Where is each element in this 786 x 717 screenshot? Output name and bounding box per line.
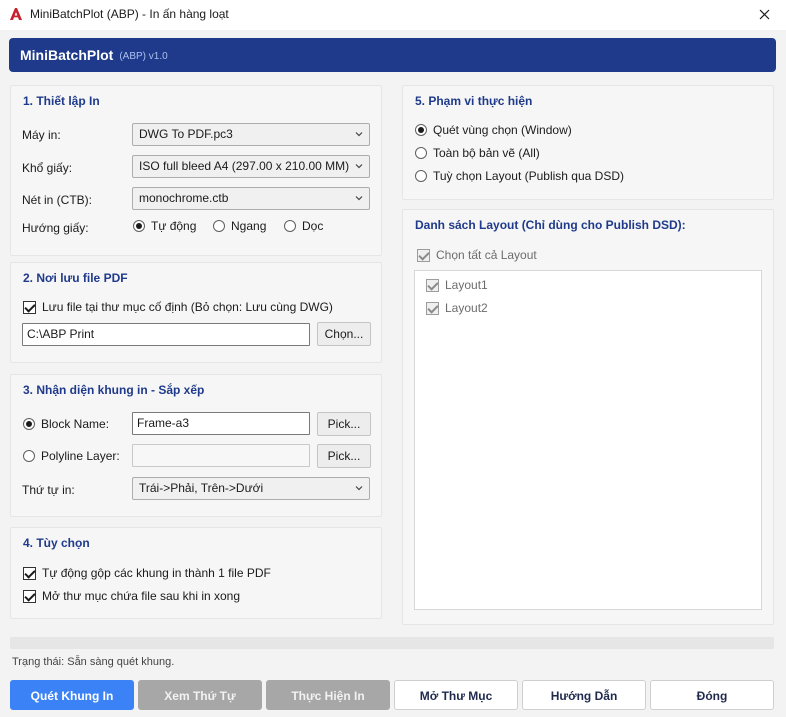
layout-list-title: Danh sách Layout (Chỉ dùng cho Publish D… [415,218,686,232]
ctb-combo[interactable]: monochrome.ctb [132,187,370,210]
polyline-layer-input[interactable] [132,444,310,467]
radio-dot [23,450,35,462]
open-folder-label: Mở thư mục chứa file sau khi in xong [42,589,241,603]
printer-label: Máy in: [22,128,61,142]
print-setup-group: 1. Thiết lập In Máy in: DWG To PDF.pc3 K… [10,85,382,256]
status-text: Trạng thái: Sẵn sàng quét khung. [12,656,175,668]
layout-listbox[interactable]: Layout1 Layout2 [414,270,762,610]
checkbox-box [426,301,439,315]
chevron-down-icon [355,486,363,491]
scope-layout-label: Tuỳ chọn Layout (Publish qua DSD) [433,169,624,183]
scope-all-radio[interactable]: Toàn bộ bản vẽ (All) [415,146,540,160]
print-setup-title: 1. Thiết lập In [23,94,100,108]
window-title: MiniBatchPlot (ABP) - In ấn hàng loạt [30,7,229,21]
ctb-label: Nét in (CTB): [22,193,93,207]
help-button[interactable]: Hướng Dẫn [522,680,646,710]
scope-window-radio[interactable]: Quét vùng chọn (Window) [415,123,572,137]
radio-dot [133,220,145,232]
progress-bar [10,637,774,649]
close-button[interactable]: Đóng [650,680,774,710]
select-all-layouts-checkbox[interactable]: Chọn tất cả Layout [417,248,537,262]
block-name-label: Block Name: [41,417,110,431]
fixed-folder-checkbox[interactable]: Lưu file tại thư mục cố định (Bỏ chọn: L… [23,300,333,314]
frame-detect-title: 3. Nhận diện khung in - Sắp xếp [23,383,205,397]
radio-dot [415,147,427,159]
merge-pdf-checkbox[interactable]: Tự động gộp các khung in thành 1 file PD… [23,566,271,580]
app-version: (ABP) v1.0 [119,51,168,62]
save-location-title: 2. Nơi lưu file PDF [23,271,128,285]
pick-polyline-button[interactable]: Pick... [317,444,371,468]
block-name-input[interactable]: Frame-a3 [132,412,310,435]
orientation-auto-label: Tự động [151,219,197,233]
window-titlebar: MiniBatchPlot (ABP) - In ấn hàng loạt [0,0,786,30]
polyline-layer-label: Polyline Layer: [41,449,120,463]
checkbox-box [23,589,36,603]
printer-combo[interactable]: DWG To PDF.pc3 [132,123,370,146]
layout-item-label: Layout2 [445,301,488,315]
options-group: 4. Tùy chọn Tự động gộp các khung in thà… [10,527,382,619]
polyline-layer-radio[interactable]: Polyline Layer: [23,449,120,463]
scope-title: 5. Phạm vi thực hiện [415,94,533,108]
app-logo-icon [10,8,22,20]
orientation-portrait-radio[interactable]: Dọc [284,219,323,233]
radio-dot [284,220,296,232]
paper-combo[interactable]: ISO full bleed A4 (297.00 x 210.00 MM) [132,155,370,178]
block-name-radio[interactable]: Block Name: [23,417,109,431]
pick-block-button[interactable]: Pick... [317,412,371,436]
open-folder-button[interactable]: Mở Thư Mục [394,680,518,710]
open-folder-checkbox[interactable]: Mở thư mục chứa file sau khi in xong [23,589,240,603]
radio-dot [23,418,35,430]
scope-layout-radio[interactable]: Tuỳ chọn Layout (Publish qua DSD) [415,169,624,183]
save-location-group: 2. Nơi lưu file PDF Lưu file tại thư mục… [10,262,382,363]
layout-item-label: Layout1 [445,278,488,292]
checkbox-box [23,300,36,314]
orientation-label: Hướng giấy: [22,221,89,235]
order-value: Trái->Phải, Trên->Dưới [139,481,264,495]
order-combo[interactable]: Trái->Phải, Trên->Dưới [132,477,370,500]
header-banner: MiniBatchPlot (ABP) v1.0 [9,38,776,72]
window-close-button[interactable] [742,0,786,28]
layout-list-item[interactable]: Layout1 [426,278,488,292]
chevron-down-icon [355,164,363,169]
radio-dot [213,220,225,232]
browse-folder-button[interactable]: Chọn... [317,322,371,346]
orientation-auto-radio[interactable]: Tự động [133,219,196,233]
printer-value: DWG To PDF.pc3 [139,127,233,141]
radio-dot [415,124,427,136]
radio-dot [415,170,427,182]
merge-pdf-label: Tự động gộp các khung in thành 1 file PD… [42,566,271,580]
run-print-button[interactable]: Thực Hiện In [266,680,390,710]
close-icon [759,9,769,19]
scope-all-label: Toàn bộ bản vẽ (All) [433,146,540,160]
chevron-down-icon [355,196,363,201]
preview-order-button[interactable]: Xem Thứ Tự [138,680,262,710]
order-label: Thứ tự in: [22,483,75,497]
paper-label: Khổ giấy: [22,161,73,175]
paper-value: ISO full bleed A4 (297.00 x 210.00 MM) [139,159,350,173]
layout-list-group: Danh sách Layout (Chỉ dùng cho Publish D… [402,209,774,625]
checkbox-box [23,566,36,580]
orientation-landscape-radio[interactable]: Ngang [213,219,266,233]
app-title: MiniBatchPlot [20,47,114,63]
checkbox-box [426,278,439,292]
select-all-layouts-label: Chọn tất cả Layout [436,248,537,262]
orientation-landscape-label: Ngang [231,219,267,233]
ctb-value: monochrome.ctb [139,191,229,205]
orientation-portrait-label: Dọc [302,219,324,233]
layout-list-item[interactable]: Layout2 [426,301,488,315]
scan-frames-button[interactable]: Quét Khung In [10,680,134,710]
chevron-down-icon [355,132,363,137]
fixed-folder-label: Lưu file tại thư mục cố định (Bỏ chọn: L… [42,300,333,314]
frame-detect-group: 3. Nhận diện khung in - Sắp xếp Block Na… [10,374,382,517]
scope-window-label: Quét vùng chọn (Window) [433,123,572,137]
save-path-input[interactable]: C:\ABP Print [22,323,310,346]
options-title: 4. Tùy chọn [23,536,90,550]
checkbox-box [417,248,430,262]
scope-group: 5. Phạm vi thực hiện Quét vùng chọn (Win… [402,85,774,200]
